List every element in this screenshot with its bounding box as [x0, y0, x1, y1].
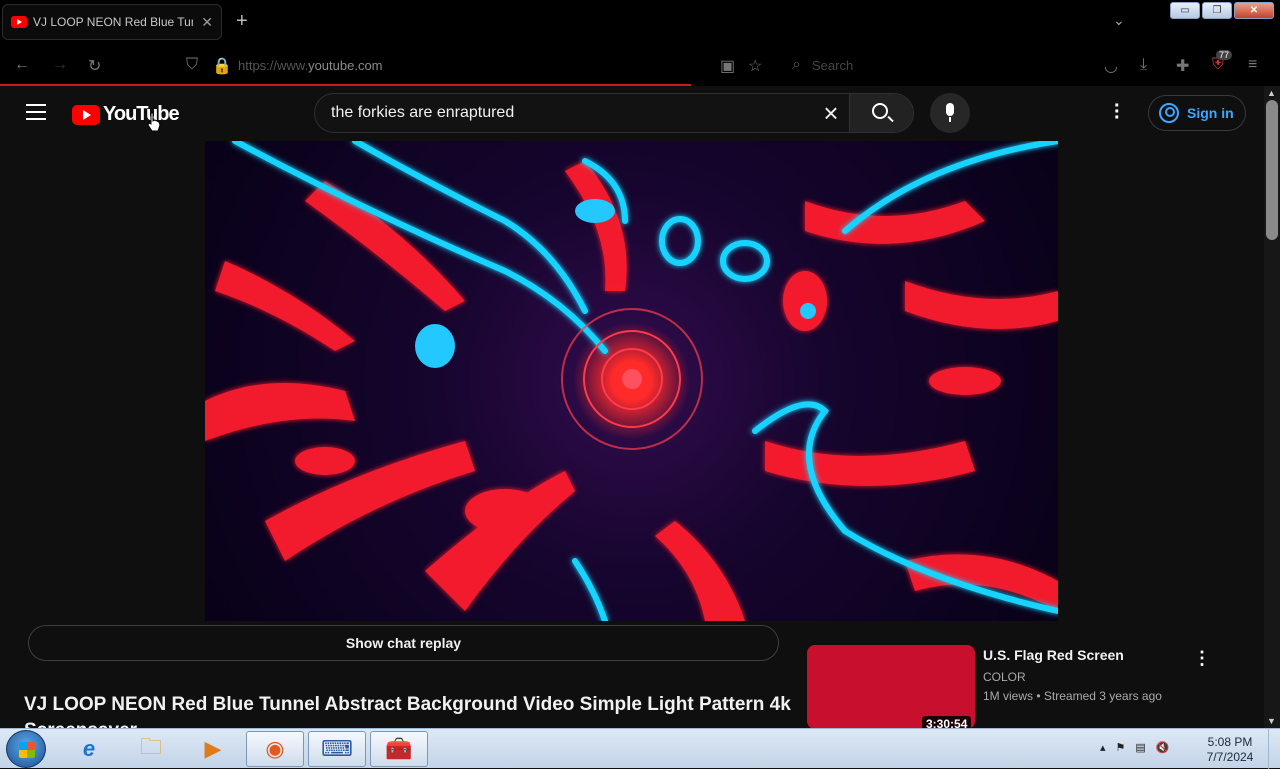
sign-in-button[interactable]: Sign in: [1148, 95, 1246, 131]
recommendation-more-icon[interactable]: ⋮: [1193, 648, 1211, 669]
search-input[interactable]: [315, 104, 813, 122]
search-bar: ×: [314, 93, 914, 133]
firefox-taskbar-icon[interactable]: ◉: [246, 731, 304, 767]
lock-icon[interactable]: 🔒: [212, 56, 232, 76]
account-icon: [1159, 103, 1179, 123]
search-icon: [872, 103, 888, 119]
minimize-button[interactable]: ▭: [1170, 2, 1200, 19]
forward-arrow-icon[interactable]: →: [52, 56, 68, 74]
show-desktop-button[interactable]: [1268, 729, 1280, 769]
search-button[interactable]: [849, 94, 913, 132]
volume-muted-icon[interactable]: 🔇: [1156, 741, 1170, 754]
list-all-tabs-icon[interactable]: ⌄: [1113, 12, 1125, 29]
url-prefix: https://www.: [238, 58, 309, 73]
sign-in-label: Sign in: [1187, 105, 1234, 121]
tab-close-icon[interactable]: ✕: [201, 14, 213, 31]
window-controls: ▭ ❐ ✕: [1170, 2, 1274, 19]
toolbox-app-icon[interactable]: 🧰: [370, 731, 428, 767]
recommendation-channel[interactable]: COLOR: [983, 670, 1026, 684]
restore-button[interactable]: ❐: [1202, 2, 1232, 19]
close-window-button[interactable]: ✕: [1234, 2, 1274, 19]
search-engine-icon: ⌕: [792, 56, 801, 73]
network-icon[interactable]: ▤: [1135, 741, 1145, 754]
windows-taskbar: e 🗀 ▶ ◉ ⌨ 🧰 ▴ ⚑ ▤ 🔇 5:08 PM 7/7/2024: [0, 728, 1280, 769]
recommendation-streamed: Streamed 3 years ago: [1043, 689, 1162, 703]
clear-search-icon[interactable]: ×: [813, 94, 849, 132]
start-button-windows-icon[interactable]: [6, 730, 46, 768]
youtube-logo[interactable]: YouTube: [72, 103, 180, 126]
tab-title: VJ LOOP NEON Red Blue Tunnel: [33, 15, 193, 29]
file-explorer-icon[interactable]: 🗀: [122, 731, 180, 767]
voice-search-mic-icon[interactable]: [930, 93, 970, 133]
clock-date: 7/7/2024: [1206, 750, 1254, 764]
video-title: VJ LOOP NEON Red Blue Tunnel Abstract Ba…: [24, 694, 791, 728]
scroll-up-arrow-icon[interactable]: ▲: [1267, 88, 1276, 98]
recommendation-meta: 1M views • Streamed 3 years ago: [983, 689, 1162, 703]
clock-time: 5:08 PM: [1207, 735, 1253, 749]
extensions-icon[interactable]: ✚: [1176, 56, 1189, 76]
keyboard-app-icon[interactable]: ⌨: [308, 731, 366, 767]
scrollbar-thumb[interactable]: [1266, 100, 1278, 240]
back-arrow-icon[interactable]: ←: [14, 56, 30, 74]
hamburger-menu-icon[interactable]: [26, 104, 46, 125]
bookmark-star-icon[interactable]: ☆: [748, 56, 762, 76]
browser-tab-bar: VJ LOOP NEON Red Blue Tunnel ✕ + ⌄ ▭ ❐ ✕: [0, 0, 1280, 44]
tracking-shield-icon[interactable]: ⛉: [186, 56, 198, 74]
action-center-flag-icon[interactable]: ⚑: [1116, 741, 1126, 754]
video-player[interactable]: [205, 141, 1058, 621]
system-tray: ▴ ⚑ ▤ 🔇: [1100, 741, 1170, 754]
browser-nav-bar: ← → ↻ ⛉ 🔒 https://www.youtube.com ▣ ☆ ⌕ …: [0, 44, 1280, 86]
youtube-favicon-icon: [11, 16, 27, 28]
show-chat-replay-button[interactable]: Show chat replay: [28, 625, 779, 661]
extension-badge: 77: [1216, 50, 1233, 60]
recommendation-title[interactable]: U.S. Flag Red Screen: [983, 647, 1124, 663]
media-player-icon[interactable]: ▶: [184, 731, 242, 767]
recommendation-views: 1M views: [983, 689, 1034, 703]
downloads-icon[interactable]: ⤓: [1140, 56, 1147, 74]
hand-cursor-icon: [147, 112, 161, 132]
pocket-icon[interactable]: ◡: [1104, 56, 1118, 76]
show-hidden-icons-icon[interactable]: ▴: [1100, 741, 1106, 754]
picture-in-picture-icon[interactable]: ▣: [720, 56, 735, 76]
url-domain: youtube.com: [308, 58, 383, 73]
browser-search-field[interactable]: Search: [812, 58, 853, 73]
internet-explorer-icon[interactable]: e: [60, 731, 118, 767]
url-bar[interactable]: https://www.youtube.com: [238, 58, 383, 73]
settings-more-icon[interactable]: · · ·: [1114, 96, 1121, 128]
app-menu-icon[interactable]: ≡: [1248, 56, 1257, 74]
new-tab-button[interactable]: +: [236, 10, 248, 33]
youtube-play-icon: [72, 104, 100, 125]
browser-tab[interactable]: VJ LOOP NEON Red Blue Tunnel ✕: [2, 4, 222, 40]
page-scrollbar[interactable]: ▲ ▼: [1264, 86, 1280, 728]
youtube-logo-text: YouTube: [103, 103, 180, 125]
system-clock[interactable]: 5:08 PM 7/7/2024: [1200, 735, 1260, 765]
neon-tunnel-video-frame: [205, 141, 1058, 621]
scroll-down-arrow-icon[interactable]: ▼: [1267, 716, 1276, 726]
youtube-header: YouTube × ··· Sign in: [0, 86, 1264, 140]
reload-icon[interactable]: ↻: [88, 56, 101, 76]
